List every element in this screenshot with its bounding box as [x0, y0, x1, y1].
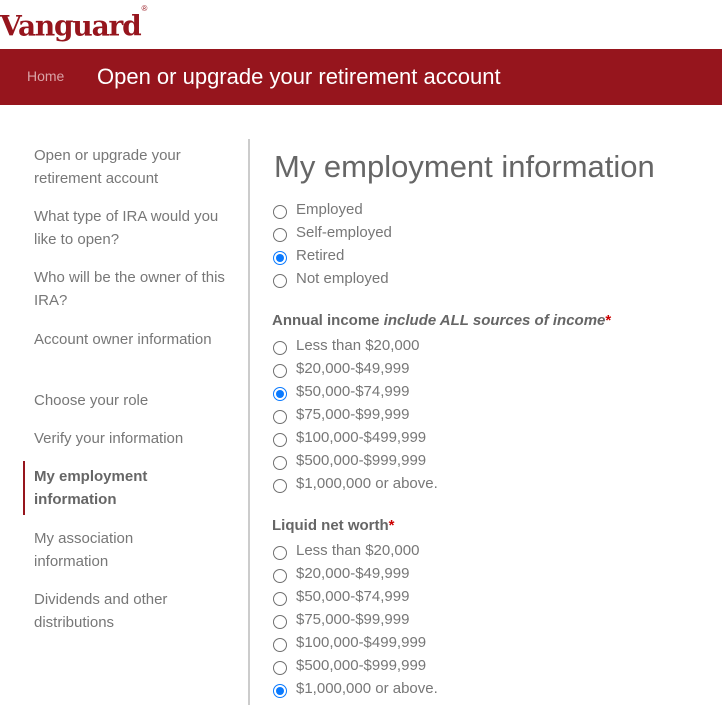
radio-button[interactable] [273, 591, 287, 606]
radio-option-networth-2[interactable]: $50,000-$74,999 [272, 585, 409, 608]
sidebar-item-ira-owner[interactable]: Who will be the owner of this IRA? [34, 266, 234, 312]
radio-button-selected[interactable] [273, 386, 287, 401]
sidebar-item-account-owner-info[interactable]: Account owner information [34, 328, 234, 351]
sidebar-item-choose-role[interactable]: Choose your role [34, 389, 234, 412]
radio-button[interactable] [273, 614, 287, 629]
sidebar-item-employment-info[interactable]: My employment information [23, 461, 193, 515]
sidebar-item-ira-type[interactable]: What type of IRA would you like to open? [34, 205, 234, 251]
radio-label: Retired [296, 246, 345, 264]
registered-mark: ® [141, 4, 148, 13]
sidebar-item-verify-info[interactable]: Verify your information [34, 427, 234, 450]
radio-option-income-1[interactable]: $20,000-$49,999 [272, 357, 409, 380]
radio-option-networth-5[interactable]: $500,000-$999,999 [272, 654, 426, 677]
radio-button[interactable] [273, 204, 287, 219]
sidebar-divider [248, 139, 250, 705]
sidebar-item-open-or-upgrade[interactable]: Open or upgrade your retirement account [34, 144, 234, 190]
radio-button[interactable] [273, 363, 287, 378]
radio-button-selected[interactable] [273, 683, 287, 698]
radio-option-retired[interactable]: Retired [272, 244, 344, 267]
radio-button-selected[interactable] [273, 250, 287, 265]
liquid-net-worth-label: Liquid net worth* [272, 516, 395, 536]
required-asterisk: * [605, 312, 612, 329]
radio-option-income-6[interactable]: $1,000,000 or above. [272, 472, 438, 495]
radio-button[interactable] [273, 545, 287, 560]
radio-option-income-3[interactable]: $75,000-$99,999 [272, 403, 409, 426]
radio-option-income-0[interactable]: Less than $20,000 [272, 334, 419, 357]
radio-label: $50,000-$74,999 [296, 382, 410, 400]
radio-label: Self-employed [296, 223, 392, 241]
radio-option-networth-3[interactable]: $75,000-$99,999 [272, 608, 409, 631]
radio-button[interactable] [273, 340, 287, 355]
radio-button[interactable] [273, 568, 287, 583]
radio-button[interactable] [273, 432, 287, 447]
radio-option-not-employed[interactable]: Not employed [272, 267, 389, 290]
required-asterisk: * [388, 517, 395, 534]
radio-option-income-5[interactable]: $500,000-$999,999 [272, 449, 426, 472]
top-bar: Vanguard® [0, 0, 722, 49]
radio-label: $20,000-$49,999 [296, 564, 410, 582]
radio-label: $1,000,000 or above. [296, 474, 438, 492]
liquid-net-worth-label-text: Liquid net worth [272, 517, 389, 534]
radio-button[interactable] [273, 409, 287, 424]
radio-label: Less than $20,000 [296, 336, 420, 354]
radio-button[interactable] [273, 227, 287, 242]
sidebar-item-association-info[interactable]: My association information [34, 527, 204, 573]
vanguard-logo[interactable]: Vanguard® [0, 4, 148, 43]
radio-label: Less than $20,000 [296, 541, 420, 559]
radio-label: $1,000,000 or above. [296, 679, 438, 697]
radio-label: Not employed [296, 269, 389, 287]
radio-button[interactable] [273, 455, 287, 470]
radio-button[interactable] [273, 273, 287, 288]
radio-label: $50,000-$74,999 [296, 587, 410, 605]
radio-label: $500,000-$999,999 [296, 451, 427, 469]
radio-label: $500,000-$999,999 [296, 656, 427, 674]
radio-button[interactable] [273, 637, 287, 652]
radio-button[interactable] [273, 660, 287, 675]
radio-option-self-employed[interactable]: Self-employed [272, 221, 392, 244]
radio-option-networth-4[interactable]: $100,000-$499,999 [272, 631, 426, 654]
header-banner: Home Open or upgrade your retirement acc… [0, 49, 722, 105]
radio-label: $100,000-$499,999 [296, 428, 427, 446]
home-link[interactable]: Home [27, 67, 64, 85]
radio-label: $75,000-$99,999 [296, 405, 410, 423]
radio-option-employed[interactable]: Employed [272, 198, 363, 221]
annual-income-hint: include ALL sources of income [383, 312, 606, 329]
radio-option-income-4[interactable]: $100,000-$499,999 [272, 426, 426, 449]
page-title: My employment information [274, 149, 655, 184]
radio-label: $100,000-$499,999 [296, 633, 427, 651]
annual-income-label: Annual income include ALL sources of inc… [272, 311, 611, 331]
radio-label: Employed [296, 200, 363, 218]
banner-title: Open or upgrade your retirement account [97, 64, 501, 89]
radio-option-networth-1[interactable]: $20,000-$49,999 [272, 562, 409, 585]
logo-text: Vanguard [0, 9, 142, 43]
radio-option-income-2[interactable]: $50,000-$74,999 [272, 380, 409, 403]
radio-button[interactable] [273, 478, 287, 493]
radio-label: $20,000-$49,999 [296, 359, 410, 377]
radio-option-networth-6[interactable]: $1,000,000 or above. [272, 677, 438, 700]
radio-option-networth-0[interactable]: Less than $20,000 [272, 539, 419, 562]
annual-income-label-text: Annual income [272, 312, 380, 329]
sidebar-item-dividends[interactable]: Dividends and other distributions [34, 588, 204, 634]
radio-label: $75,000-$99,999 [296, 610, 410, 628]
